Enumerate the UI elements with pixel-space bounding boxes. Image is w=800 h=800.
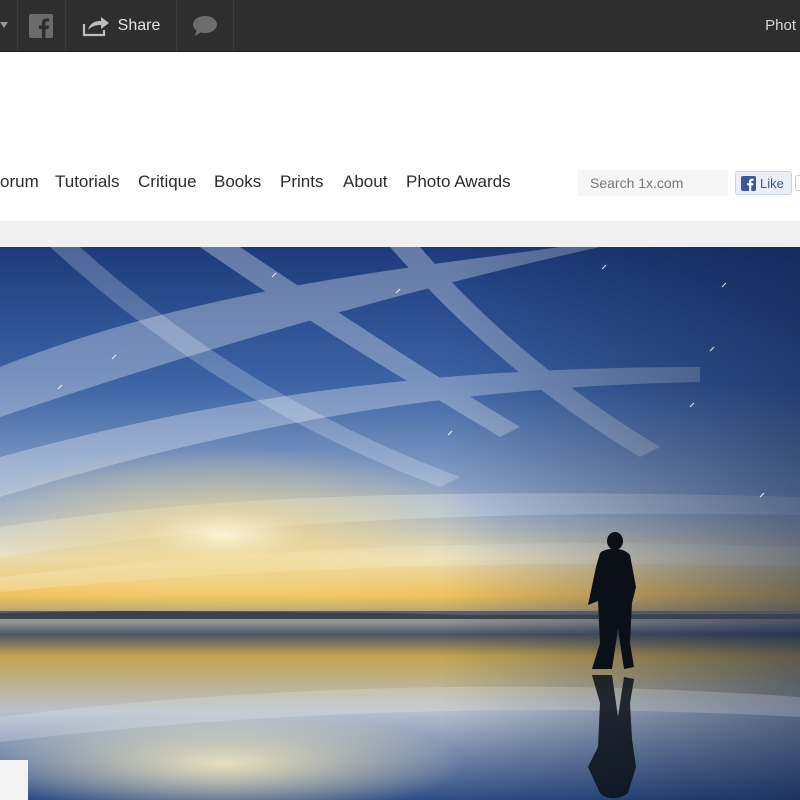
like-count-bubble <box>795 175 800 191</box>
search-input[interactable] <box>578 170 728 196</box>
toolbar-right-link[interactable]: Phot <box>765 0 800 51</box>
facebook-like-button[interactable]: Like <box>735 171 792 195</box>
nav-item-prints[interactable]: Prints <box>280 172 323 192</box>
nav-item-forum[interactable]: orum <box>0 172 39 192</box>
main-nav: orum Tutorials Critique Books Prints Abo… <box>0 164 540 204</box>
facebook-icon <box>741 175 756 191</box>
dropdown-caret-icon[interactable] <box>0 0 12 51</box>
nav-item-books[interactable]: Books <box>214 172 261 192</box>
speech-bubble-icon <box>193 15 217 36</box>
nav-item-photo-awards[interactable]: Photo Awards <box>406 172 511 192</box>
header-divider-strip <box>0 221 800 247</box>
photo-caption-tab <box>0 760 28 800</box>
share-arrow-icon <box>82 16 109 36</box>
like-label: Like <box>760 175 784 191</box>
hero-photo[interactable] <box>0 247 800 800</box>
hero-photo-image <box>0 247 800 800</box>
facebook-share-button[interactable] <box>18 0 64 51</box>
facebook-icon <box>29 13 53 38</box>
toolbar-right-label[interactable]: Phot <box>765 17 796 34</box>
nav-item-critique[interactable]: Critique <box>138 172 197 192</box>
share-button[interactable]: Share <box>66 0 176 51</box>
toolbar-divider <box>233 0 234 51</box>
comment-button[interactable] <box>177 0 233 51</box>
share-label: Share <box>117 16 161 34</box>
nav-item-tutorials[interactable]: Tutorials <box>55 172 120 192</box>
share-toolbar: Share Phot <box>0 0 800 52</box>
nav-item-about[interactable]: About <box>343 172 387 192</box>
